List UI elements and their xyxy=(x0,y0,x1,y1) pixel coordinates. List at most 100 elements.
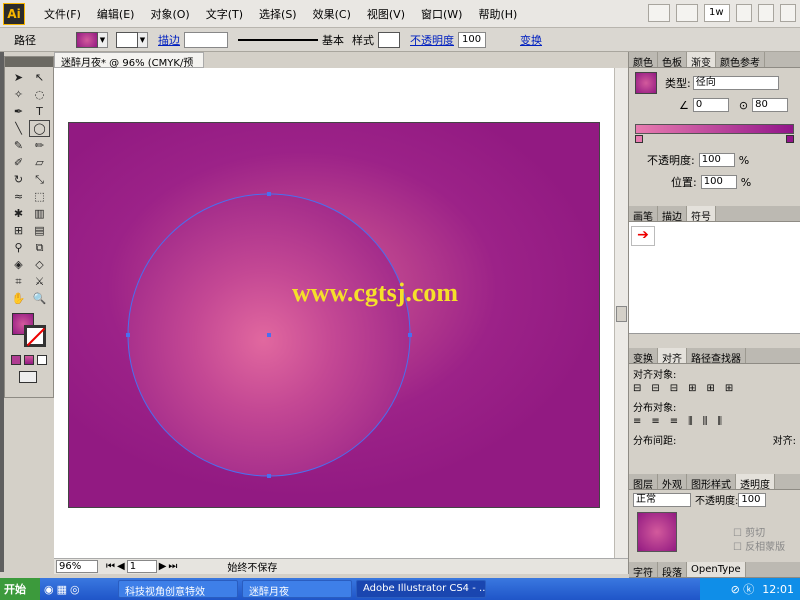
stop-opacity-field[interactable]: 100 xyxy=(698,153,735,167)
tab-align[interactable]: 对齐 xyxy=(658,348,687,365)
scroll-thumb[interactable] xyxy=(616,306,627,322)
gradient-slider[interactable] xyxy=(635,124,794,134)
align-objects-buttons[interactable]: ⊟⊟⊟⊞⊞⊞ xyxy=(633,383,796,397)
gradient-type-select[interactable]: 径向 xyxy=(692,76,779,90)
tools-panel-header[interactable] xyxy=(5,57,53,67)
tab-symbols[interactable]: 符号 xyxy=(687,206,716,223)
tab-brushes[interactable]: 画笔 xyxy=(629,206,658,223)
menu-view[interactable]: 视图(V) xyxy=(364,6,408,22)
tab-gradient[interactable]: 渐变 xyxy=(687,52,716,69)
menu-window[interactable]: 窗口(W) xyxy=(418,6,465,22)
distribute-objects-buttons[interactable]: ≡≡≡⫼⫼⫼ xyxy=(633,416,796,430)
menu-effect[interactable]: 效果(C) xyxy=(310,6,354,22)
menu-edit[interactable]: 编辑(E) xyxy=(94,6,138,22)
pen-tool-icon[interactable]: ✒ xyxy=(8,103,29,120)
crop-area-tool-icon[interactable]: ⌗ xyxy=(8,273,29,290)
menu-file[interactable]: 文件(F) xyxy=(41,6,84,22)
task-folder-2[interactable]: 迷醉月夜 xyxy=(242,580,352,598)
stroke-weight-field[interactable] xyxy=(184,31,228,48)
next-page-icon[interactable]: ▶ xyxy=(159,561,167,572)
gradient-preview[interactable] xyxy=(635,72,657,94)
gradient-stop-start[interactable] xyxy=(635,135,643,143)
blend-tool-icon[interactable]: ⧉ xyxy=(29,239,50,256)
menu-object[interactable]: 对象(O) xyxy=(147,6,192,22)
selection-tool-icon[interactable]: ➤ xyxy=(8,69,29,86)
gradient-tool-icon[interactable]: ▤ xyxy=(29,222,50,239)
lasso-tool-icon[interactable]: ◌ xyxy=(29,86,50,103)
live-paint-selection-tool-icon[interactable]: ◇ xyxy=(29,256,50,273)
type-tool-icon[interactable]: T xyxy=(29,103,50,120)
opacity-field[interactable]: 100 xyxy=(458,31,486,48)
aspect-field[interactable]: 80 xyxy=(752,98,789,112)
selected-circle[interactable] xyxy=(69,123,601,509)
opacity-link[interactable]: 不透明度 xyxy=(410,32,454,48)
clip-checkbox[interactable]: ☐ 剪切 xyxy=(733,524,765,539)
magic-wand-tool-icon[interactable]: ✧ xyxy=(8,86,29,103)
tab-swatches[interactable]: 色板 xyxy=(658,52,687,69)
angle-field[interactable]: 0 xyxy=(692,98,729,112)
stop-location-field[interactable]: 100 xyxy=(700,175,737,189)
tab-transform[interactable]: 变换 xyxy=(629,348,658,365)
vertical-scrollbar[interactable] xyxy=(614,68,628,558)
fill-dropdown-icon[interactable]: ▼ xyxy=(98,31,108,48)
tab-appearance[interactable]: 外观 xyxy=(658,474,687,491)
document-tab[interactable]: 迷醉月夜* @ 96% (CMYK/预览) ✕ xyxy=(54,52,204,84)
page-field[interactable]: 1 xyxy=(126,560,157,573)
zoom-tool-icon[interactable]: 🔍 xyxy=(29,290,50,307)
stroke-swatch[interactable] xyxy=(116,31,138,48)
direct-selection-tool-icon[interactable]: ↖ xyxy=(29,69,50,86)
workspace-switcher[interactable]: 1w xyxy=(704,4,730,22)
bridge-icon[interactable] xyxy=(648,4,670,22)
scale-tool-icon[interactable]: ⤡ xyxy=(29,171,50,188)
tab-opentype[interactable]: OpenType xyxy=(687,562,746,577)
blob-brush-tool-icon[interactable]: ✐ xyxy=(8,154,29,171)
maximize-icon[interactable] xyxy=(758,4,774,22)
symbol-sprayer-tool-icon[interactable]: ✱ xyxy=(8,205,29,222)
slice-tool-icon[interactable]: ⚔ xyxy=(29,273,50,290)
menu-type[interactable]: 文字(T) xyxy=(203,6,246,22)
eraser-tool-icon[interactable]: ▱ xyxy=(29,154,50,171)
tab-color[interactable]: 颜色 xyxy=(629,52,658,69)
transparency-opacity-field[interactable]: 100 xyxy=(738,492,767,507)
minimize-icon[interactable] xyxy=(736,4,752,22)
mesh-tool-icon[interactable]: ⊞ xyxy=(8,222,29,239)
blend-mode-select[interactable]: 正常 xyxy=(633,492,691,507)
line-tool-icon[interactable]: ╲ xyxy=(8,120,29,137)
menu-select[interactable]: 选择(S) xyxy=(256,6,300,22)
last-page-icon[interactable]: ⏭ xyxy=(168,561,177,572)
warp-tool-icon[interactable]: ≈ xyxy=(8,188,29,205)
stroke-link[interactable]: 描边 xyxy=(158,32,180,48)
stroke-color-box[interactable] xyxy=(24,325,46,347)
tab-transparency[interactable]: 透明度 xyxy=(736,474,775,491)
graphic-style-swatch[interactable] xyxy=(378,31,400,48)
zoom-field[interactable]: 96% xyxy=(56,560,98,573)
transform-link[interactable]: 变换 xyxy=(520,32,542,48)
tab-layers[interactable]: 图层 xyxy=(629,474,658,491)
pencil-tool-icon[interactable]: ✏ xyxy=(29,137,50,154)
stroke-style-label[interactable]: 基本 xyxy=(322,32,344,48)
tab-pathfinder[interactable]: 路径查找器 xyxy=(687,348,746,365)
hand-tool-icon[interactable]: ✋ xyxy=(8,290,29,307)
close-icon[interactable] xyxy=(780,4,796,22)
canvas-area[interactable]: www.cgtsj.com xyxy=(54,68,628,558)
desktop-icon[interactable]: ▦ xyxy=(57,583,67,596)
stroke-dropdown-icon[interactable]: ▼ xyxy=(138,31,148,48)
tab-stroke[interactable]: 描边 xyxy=(658,206,687,223)
tray-icons[interactable]: ⊘ ⓚ xyxy=(731,581,755,597)
gradient-mode-icon[interactable] xyxy=(24,355,34,365)
artboard[interactable] xyxy=(68,122,600,508)
start-button[interactable]: 开始 xyxy=(0,578,40,600)
tab-graphic-styles[interactable]: 图形样式 xyxy=(687,474,736,491)
live-paint-tool-icon[interactable]: ◈ xyxy=(8,256,29,273)
invert-mask-checkbox[interactable]: ☐ 反相蒙版 xyxy=(733,538,785,553)
screen-mode-icon[interactable] xyxy=(19,371,37,383)
color-mode-icon[interactable] xyxy=(11,355,21,365)
tab-paragraph[interactable]: 段落 xyxy=(658,562,687,579)
ellipse-tool-icon[interactable]: ◯ xyxy=(29,120,50,137)
free-transform-tool-icon[interactable]: ⬚ xyxy=(29,188,50,205)
symbol-arrow[interactable]: ➔ xyxy=(631,226,655,246)
arrange-documents-icon[interactable] xyxy=(676,4,698,22)
first-page-icon[interactable]: ⏮ xyxy=(106,561,115,572)
fill-swatch[interactable] xyxy=(76,31,98,48)
eyedropper-tool-icon[interactable]: ⚲ xyxy=(8,239,29,256)
